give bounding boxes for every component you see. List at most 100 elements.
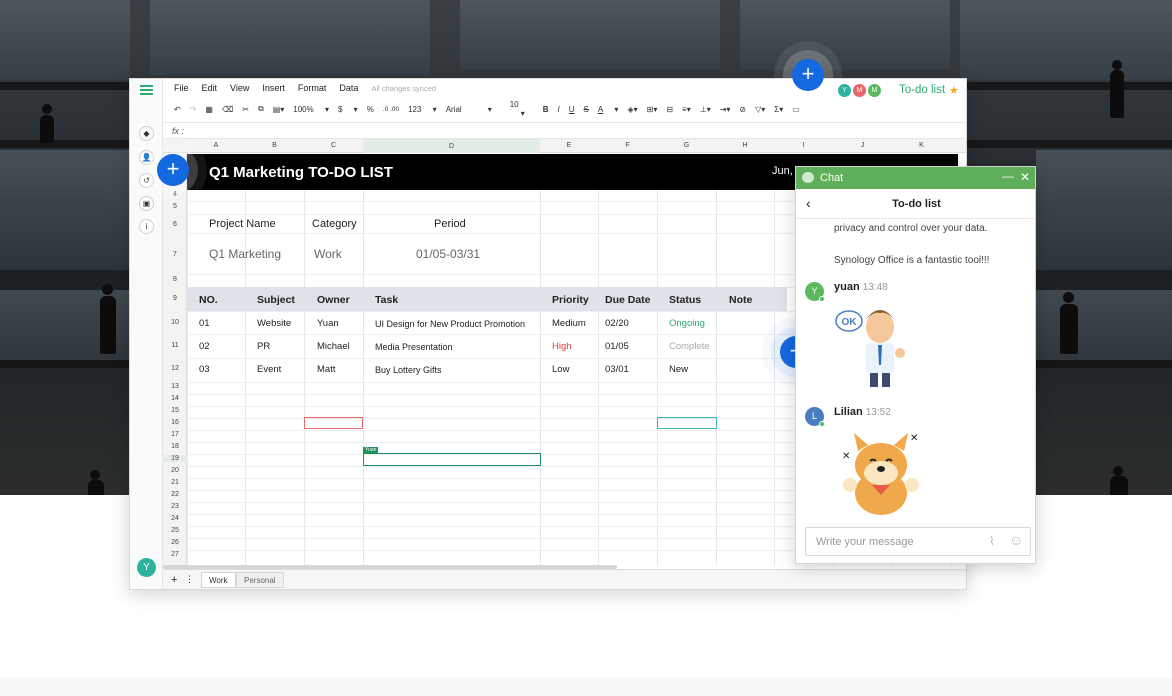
collaborator-avatar[interactable]: Y: [838, 83, 851, 97]
menu-edit[interactable]: Edit: [202, 83, 218, 97]
add-icon[interactable]: +: [157, 154, 189, 186]
cell-no[interactable]: 02: [199, 341, 210, 352]
column-header[interactable]: D: [363, 139, 540, 153]
table-header[interactable]: Note: [729, 294, 752, 306]
zoom-select[interactable]: 100% ▾: [293, 105, 329, 114]
decimal-button[interactable]: .0 .00: [383, 106, 399, 113]
paint-format-icon[interactable]: ▦: [205, 105, 213, 114]
align-icon[interactable]: ≡▾: [682, 105, 691, 114]
formula-bar[interactable]: fx :: [163, 122, 966, 139]
column-header[interactable]: H: [716, 142, 774, 149]
info-icon[interactable]: i: [139, 219, 154, 234]
column-header[interactable]: J: [833, 142, 892, 149]
cell-subject[interactable]: Website: [257, 318, 291, 329]
menu-format[interactable]: Format: [298, 83, 327, 97]
fill-color-icon[interactable]: ◈▾: [627, 105, 637, 114]
table-header[interactable]: Owner: [317, 294, 350, 306]
cell-owner[interactable]: Yuan: [317, 318, 339, 329]
row-header[interactable]: 22: [163, 491, 187, 498]
column-header[interactable]: C: [304, 142, 363, 149]
column-header[interactable]: B: [245, 142, 304, 149]
table-header[interactable]: Status: [669, 294, 701, 306]
row-header[interactable]: 17: [163, 431, 187, 438]
comment-icon[interactable]: ▭: [792, 105, 800, 114]
attach-icon[interactable]: ⌇: [989, 534, 995, 548]
row-header[interactable]: 20: [163, 467, 187, 474]
paste-icon[interactable]: ▤▾: [273, 105, 285, 114]
filter-icon[interactable]: ▽▾: [755, 105, 765, 114]
cell-subject[interactable]: PR: [257, 341, 270, 352]
cell-owner[interactable]: Matt: [317, 364, 335, 375]
add-icon[interactable]: +: [792, 59, 824, 91]
cell-no[interactable]: 03: [199, 364, 210, 375]
link-icon[interactable]: ⊘: [739, 105, 746, 114]
row-header[interactable]: 4: [163, 191, 187, 198]
row-header[interactable]: 25: [163, 527, 187, 534]
table-header[interactable]: NO.: [199, 294, 218, 306]
add-sheet-button[interactable]: +: [171, 574, 177, 586]
column-header[interactable]: F: [598, 142, 657, 149]
row-header[interactable]: 13: [163, 383, 187, 390]
row-header[interactable]: 23: [163, 503, 187, 510]
column-header[interactable]: K: [892, 142, 951, 149]
row-header[interactable]: 24: [163, 515, 187, 522]
menu-icon[interactable]: [140, 85, 153, 95]
row-header[interactable]: 18: [163, 443, 187, 450]
font-select[interactable]: Arial ▾: [446, 105, 501, 114]
cell-status[interactable]: Complete: [669, 341, 710, 352]
wrap-icon[interactable]: ⇥▾: [720, 105, 731, 114]
bold-button[interactable]: B: [543, 105, 549, 114]
cell-due[interactable]: 01/05: [605, 341, 629, 352]
avatar[interactable]: L: [805, 407, 825, 427]
cell-no[interactable]: 01: [199, 318, 210, 329]
undo-icon[interactable]: ↶: [174, 105, 181, 114]
lock-icon[interactable]: ▣: [139, 196, 154, 211]
cell-due[interactable]: 03/01: [605, 364, 629, 375]
row-header[interactable]: 7: [163, 251, 187, 258]
row-header[interactable]: 16: [163, 419, 187, 426]
underline-button[interactable]: U: [569, 105, 575, 114]
emoji-icon[interactable]: ☺: [1009, 532, 1023, 548]
menu-data[interactable]: Data: [339, 83, 358, 97]
redo-icon[interactable]: ↷: [190, 105, 197, 114]
column-header[interactable]: A: [187, 142, 245, 149]
cell-due[interactable]: 02/20: [605, 318, 629, 329]
message-input[interactable]: Write your message ⌇ ☺: [805, 527, 1031, 556]
column-header[interactable]: I: [774, 142, 833, 149]
add-user-icon[interactable]: 👤: [139, 150, 154, 165]
menu-file[interactable]: File: [174, 83, 189, 97]
cell-priority[interactable]: Low: [552, 364, 569, 375]
table-header[interactable]: Subject: [257, 294, 295, 306]
column-header[interactable]: G: [657, 142, 716, 149]
text-color-button[interactable]: A ▾: [598, 105, 619, 114]
strike-button[interactable]: S: [584, 105, 589, 114]
cut-icon[interactable]: ✂: [242, 105, 249, 114]
cell-subject[interactable]: Event: [257, 364, 281, 375]
collaborator-avatar[interactable]: M: [868, 83, 881, 97]
table-header[interactable]: Task: [375, 294, 398, 306]
close-icon[interactable]: ✕: [1020, 170, 1030, 184]
history-icon[interactable]: ↺: [139, 173, 154, 188]
row-header[interactable]: 26: [163, 539, 187, 546]
row-header[interactable]: 12: [163, 365, 187, 372]
cell-status[interactable]: New: [669, 364, 688, 375]
menu-insert[interactable]: Insert: [262, 83, 285, 97]
value-project-name[interactable]: Q1 Marketing: [209, 247, 281, 261]
tab-personal[interactable]: Personal: [236, 572, 284, 588]
sheet-menu-button[interactable]: ⋮: [185, 574, 194, 585]
number-format-button[interactable]: 123 ▾: [408, 105, 437, 114]
percent-button[interactable]: %: [367, 105, 374, 114]
row-header[interactable]: 5: [163, 203, 187, 210]
valign-icon[interactable]: ⊥▾: [700, 105, 711, 114]
row-header[interactable]: 11: [163, 342, 187, 349]
menu-view[interactable]: View: [230, 83, 249, 97]
row-header[interactable]: 27: [163, 551, 187, 558]
value-category[interactable]: Work: [314, 247, 342, 261]
tag-icon[interactable]: ◆: [139, 126, 154, 141]
avatar[interactable]: Y: [805, 282, 825, 302]
row-header[interactable]: 14: [163, 395, 187, 402]
cell-task[interactable]: Media Presentation: [375, 342, 453, 352]
minimize-icon[interactable]: —: [1002, 169, 1014, 183]
row-header[interactable]: 9: [163, 295, 187, 302]
table-header[interactable]: Due Date: [605, 294, 651, 306]
